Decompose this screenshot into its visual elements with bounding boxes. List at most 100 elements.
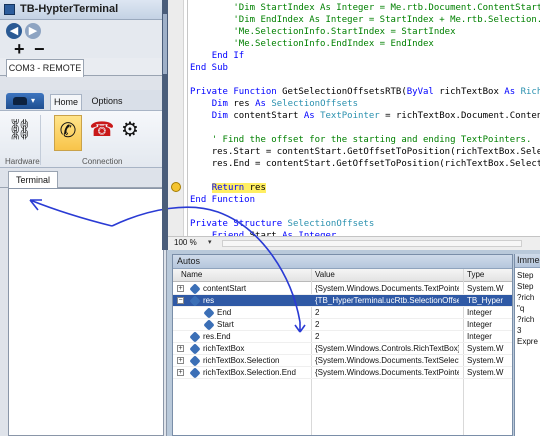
editor-gutter[interactable]: [168, 0, 184, 236]
code-token: Return: [211, 183, 250, 193]
code-token: TextPointer: [320, 111, 380, 121]
column-header-name[interactable]: Name: [181, 270, 202, 279]
field-icon: [189, 367, 201, 379]
back-arrow-icon[interactable]: ◀: [6, 23, 22, 39]
plus-icon[interactable]: +: [14, 40, 25, 58]
cell-name: richTextBox: [203, 344, 245, 353]
immediate-line: Expre: [517, 337, 538, 346]
settings-gear-icon[interactable]: ⚙: [116, 115, 144, 151]
autos-title-bar[interactable]: Autos: [173, 255, 512, 269]
collapse-icon[interactable]: −: [177, 297, 184, 304]
cell-value: {System.Windows.Documents.TextSelection}: [315, 356, 459, 365]
code-token: 'Me.SelectionInfo.StartIndex = StartInde…: [233, 27, 456, 37]
app-icon: [4, 4, 15, 15]
minus-icon[interactable]: −: [34, 40, 45, 58]
immediate-line: ?rich: [517, 315, 535, 324]
zoom-dropdown-icon[interactable]: ▾: [208, 238, 212, 246]
field-icon: [189, 331, 201, 343]
hardware-connect-icon[interactable]: ⛓: [6, 115, 34, 151]
connect-phone-icon[interactable]: ✆: [54, 115, 82, 151]
table-row[interactable]: Start 2 Integer: [173, 319, 512, 331]
immediate-line: "q: [517, 304, 525, 313]
cell-type: Integer: [467, 332, 492, 341]
column-header-value[interactable]: Value: [315, 270, 335, 279]
cell-type: Integer: [467, 308, 492, 317]
table-row[interactable]: End 2 Integer: [173, 307, 512, 319]
code-token: res.Start = contentStart.GetOffsetToPosi…: [211, 147, 540, 157]
code-line[interactable]: res.Start = contentStart.GetOffsetToPosi…: [190, 146, 540, 158]
cell-type: System.W: [467, 344, 504, 353]
code-line[interactable]: Private Structure SelectionOffsets: [190, 218, 374, 230]
code-token: ' Find the offset for the starting and e…: [211, 135, 532, 145]
tab-terminal[interactable]: Terminal: [8, 171, 58, 189]
expand-icon[interactable]: +: [177, 369, 184, 376]
screen: TB-HypterTerminal ◀ ▶ + − COM3 - REMOTE …: [0, 0, 540, 436]
code-token: SelectionOffsets: [271, 99, 359, 109]
ribbon-tab-home[interactable]: Home: [50, 94, 82, 110]
table-row[interactable]: + richTextBox.Selection.End {System.Window…: [173, 367, 512, 379]
expand-icon[interactable]: +: [177, 345, 184, 352]
document-tab-com3[interactable]: COM3 - REMOTE: [6, 59, 84, 77]
scrollbar-thumb[interactable]: [163, 14, 167, 74]
cell-type: System.W: [467, 284, 504, 293]
code-line[interactable]: 'Dim StartIndex As Integer = Me.rtb.Docu…: [190, 2, 540, 14]
ribbon-tab-options[interactable]: Options: [88, 94, 126, 110]
code-line[interactable]: Private Function GetSelectionOffsetsRTB(…: [190, 86, 540, 98]
code-token: 'Me.SelectionInfo.EndIndex = EndIndex: [233, 39, 434, 49]
code-token: As: [303, 111, 321, 121]
code-line[interactable]: End Sub: [190, 62, 228, 74]
code-token: 'Dim EndIndex As Integer = StartIndex + …: [233, 15, 540, 25]
expand-icon[interactable]: +: [177, 285, 184, 292]
code-line[interactable]: Return res: [190, 182, 266, 194]
code-line[interactable]: ' Find the offset for the starting and e…: [190, 134, 532, 146]
code-line[interactable]: 'Me.SelectionInfo.EndIndex = EndIndex: [190, 38, 434, 50]
immediate-title-bar[interactable]: Immediate: [515, 254, 540, 268]
code-token: As: [504, 87, 521, 97]
code-token: res: [233, 99, 256, 109]
chevron-down-icon: ▾: [31, 96, 36, 105]
cell-type: System.W: [467, 356, 504, 365]
code-text[interactable]: 'Dim StartIndex As Integer = Me.rtb.Docu…: [190, 0, 540, 236]
code-token: richTextBox: [439, 87, 505, 97]
terminal-window: TB-HypterTerminal ◀ ▶ + − COM3 - REMOTE …: [0, 0, 167, 436]
code-token: res: [249, 183, 266, 193]
column-header-type[interactable]: Type: [467, 270, 484, 279]
horizontal-scrollbar[interactable]: [222, 240, 522, 247]
code-editor[interactable]: 'Dim StartIndex As Integer = Me.rtb.Docu…: [168, 0, 540, 250]
hangup-phone-icon[interactable]: ☎: [88, 115, 116, 151]
editor-vertical-scrollbar[interactable]: [162, 0, 168, 250]
code-token: Dim: [211, 111, 234, 121]
immediate-line: Step: [517, 271, 534, 280]
zoom-level[interactable]: 100 %: [174, 238, 197, 247]
ribbon-application-button[interactable]: ▾: [6, 93, 44, 109]
table-row[interactable]: + richTextBox {System.Windows.Controls.Ric…: [173, 343, 512, 355]
document-tab-strip: COM3 - REMOTE: [0, 58, 167, 77]
code-line[interactable]: End If: [190, 50, 245, 62]
table-row[interactable]: res.End 2 Integer: [173, 331, 512, 343]
code-token: SelectionOffsets: [287, 219, 375, 229]
table-row[interactable]: + richTextBox.Selection {System.Windows.Do…: [173, 355, 512, 367]
forward-arrow-icon[interactable]: ▶: [25, 23, 41, 39]
code-line[interactable]: End Function: [190, 194, 255, 206]
terminal-title-bar[interactable]: TB-HypterTerminal: [0, 0, 167, 20]
cell-name: richTextBox.Selection.End: [203, 368, 296, 377]
code-line[interactable]: 'Me.SelectionInfo.StartIndex = StartInde…: [190, 26, 456, 38]
outline-margin: [187, 0, 188, 236]
cell-name: End: [217, 308, 232, 317]
autos-title: Autos: [177, 256, 201, 266]
cell-value: 2: [315, 308, 320, 317]
code-line[interactable]: Dim contentStart As TextPointer = richTe…: [190, 110, 540, 122]
code-line[interactable]: 'Dim EndIndex As Integer = StartIndex + …: [190, 14, 540, 26]
code-line[interactable]: res.End = contentStart.GetOffsetToPositi…: [190, 158, 540, 170]
terminal-text-area[interactable]: [8, 188, 164, 436]
table-row[interactable]: + contentStart {System.Windows.Documents.T…: [173, 283, 512, 295]
expand-icon[interactable]: +: [177, 357, 184, 364]
autos-column-headers: Name Value Type: [173, 269, 512, 282]
field-icon: [203, 307, 215, 319]
code-line[interactable]: Dim res As SelectionOffsets: [190, 98, 358, 110]
table-row[interactable]: − res {TB_HyperTerminal.ucRtb.SelectionOff…: [173, 295, 512, 307]
